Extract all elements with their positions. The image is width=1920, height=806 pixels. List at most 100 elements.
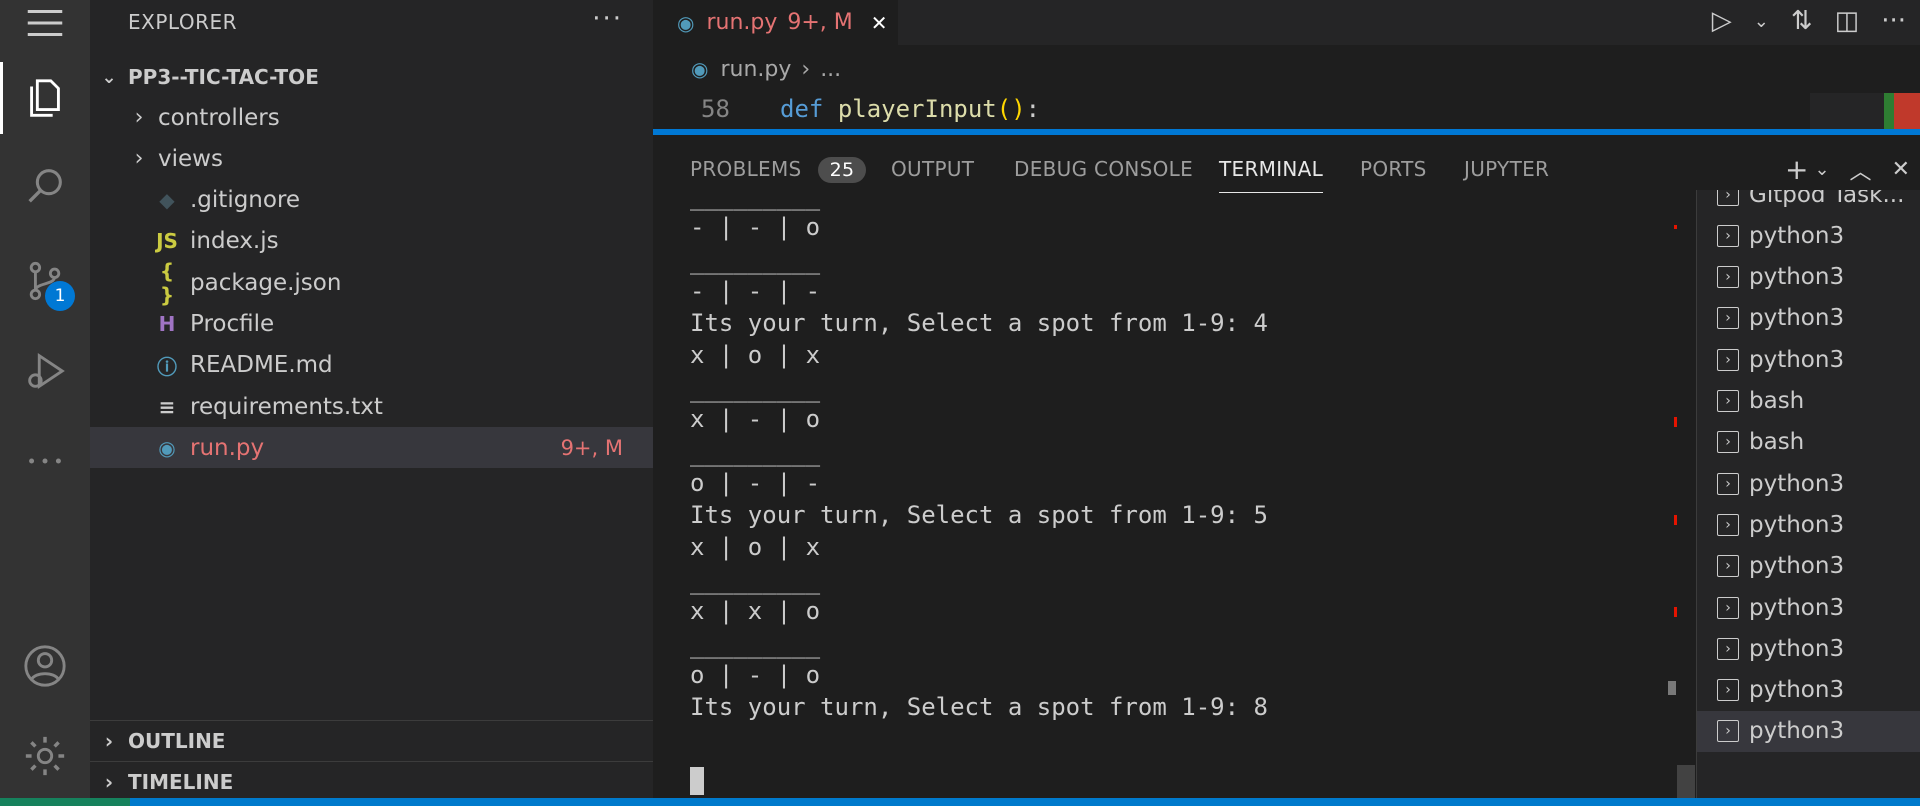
file-type-icon: H xyxy=(158,312,176,336)
terminal-list-label: Gitpod Task... xyxy=(1749,190,1905,208)
explorer-icon[interactable] xyxy=(0,62,90,134)
workspace-folder[interactable]: ⌄ PP3--TIC-TAC-TOE xyxy=(90,60,653,94)
terminal-icon: › xyxy=(1717,224,1739,247)
breadcrumb-symbol[interactable]: ... xyxy=(820,57,841,82)
tab-output[interactable]: OUTPUT xyxy=(891,157,974,181)
chevron-down-icon[interactable]: ⌄ xyxy=(1814,159,1829,180)
tab-ports[interactable]: PORTS xyxy=(1360,157,1427,181)
tree-item[interactable]: › controllers xyxy=(90,97,653,138)
file-type-icon: { } xyxy=(159,258,175,307)
activity-bar: 1 xyxy=(0,0,90,806)
chevron-down-icon[interactable]: ⌄ xyxy=(1754,11,1769,32)
tree-item[interactable]: ◆ .gitignore xyxy=(90,180,653,221)
chevron-right-icon: › xyxy=(104,729,114,753)
chevron-down-icon: ⌄ xyxy=(101,66,117,88)
terminal-list-label: python3 xyxy=(1749,470,1845,497)
close-icon[interactable]: ✕ xyxy=(871,11,888,35)
new-terminal-icon[interactable]: + xyxy=(1785,153,1808,186)
tree-item[interactable]: { } package.json xyxy=(90,259,653,307)
tree-item[interactable]: JS index.js xyxy=(90,221,653,262)
code-line[interactable]: 58 def playerInput(): xyxy=(653,93,1920,129)
tree-item-label: controllers xyxy=(158,104,280,131)
tree-item[interactable]: ≡ requirements.txt xyxy=(90,386,653,427)
terminal-list-item[interactable]: › bash xyxy=(1697,381,1920,422)
close-panel-icon[interactable]: ✕ xyxy=(1892,157,1910,182)
terminal-line: o | - | o xyxy=(690,661,821,689)
tab-problems[interactable]: PROBLEMS 25 xyxy=(690,157,867,183)
run-icon[interactable]: ▷ xyxy=(1712,6,1732,36)
terminal-list-item[interactable]: › bash xyxy=(1697,422,1920,463)
tree-item-label: package.json xyxy=(190,269,342,296)
terminal-line: _________ xyxy=(690,183,821,211)
line-number: 58 xyxy=(701,95,730,123)
explorer-sidebar: EXPLORER ··· ⌄ PP3--TIC-TAC-TOE › control… xyxy=(90,0,653,806)
account-icon[interactable] xyxy=(0,630,90,702)
compare-icon[interactable]: ⇅ xyxy=(1791,6,1813,36)
chevron-right-icon: › xyxy=(104,770,114,794)
terminal-list-item[interactable]: › python3 xyxy=(1697,504,1920,545)
more-icon[interactable] xyxy=(0,425,90,497)
terminal-icon: › xyxy=(1717,679,1739,702)
breadcrumb-file[interactable]: run.py xyxy=(720,57,791,82)
outline-label: OUTLINE xyxy=(128,729,226,753)
terminal-scroll-thumb[interactable] xyxy=(1677,765,1695,798)
tree-item-label: .gitignore xyxy=(190,187,301,214)
split-editor-icon[interactable]: ◫ xyxy=(1835,6,1860,36)
terminal-list-item[interactable]: › python3 xyxy=(1697,587,1920,628)
terminal-list-item[interactable]: › python3 xyxy=(1697,546,1920,587)
tab-jupyter[interactable]: JUPYTER xyxy=(1464,157,1549,181)
timeline-section[interactable]: › TIMELINE xyxy=(90,761,653,802)
tab-label: run.py xyxy=(706,10,778,35)
tree-item[interactable]: ◉ run.py 9+, M xyxy=(90,427,653,469)
terminal-icon: › xyxy=(1717,348,1739,371)
terminal-list-item[interactable]: › python3 xyxy=(1697,339,1920,380)
terminal-line: _________ xyxy=(690,247,821,275)
terminal-icon: › xyxy=(1717,390,1739,412)
explorer-title: EXPLORER xyxy=(128,10,237,34)
maximize-panel-icon[interactable]: ︿ xyxy=(1850,154,1872,186)
problems-count: 25 xyxy=(817,157,867,183)
source-control-icon[interactable]: 1 xyxy=(0,245,90,317)
status-bar xyxy=(0,798,1920,806)
terminal-list-item[interactable]: › python3 xyxy=(1697,710,1920,752)
terminal-line: x | - | o xyxy=(690,405,821,433)
tab-run-py[interactable]: ◉ run.py 9+, M ✕ xyxy=(653,0,898,45)
tree-item-label: Procfile xyxy=(190,311,275,337)
explorer-more-button[interactable]: ··· xyxy=(592,4,623,34)
terminal-line: Its your turn, Select a spot from 1-9: 5 xyxy=(690,501,1268,529)
minimap[interactable] xyxy=(1810,93,1920,129)
terminal-list-item[interactable]: › python3 xyxy=(1697,463,1920,504)
gear-icon[interactable] xyxy=(0,720,90,792)
terminal-list-item[interactable]: › Gitpod Task... xyxy=(1697,190,1920,215)
file-type-icon: ⓘ xyxy=(157,354,177,379)
tree-item[interactable]: H Procfile xyxy=(90,304,653,345)
run-debug-icon[interactable] xyxy=(0,335,90,407)
code-paren: () xyxy=(996,95,1026,123)
terminal-list-item[interactable]: › python3 xyxy=(1697,257,1920,298)
tree-item-label: run.py xyxy=(190,434,265,461)
terminal-list-item[interactable]: › python3 xyxy=(1697,670,1920,711)
terminal-list-label: python3 xyxy=(1749,594,1845,621)
terminal-list-item[interactable]: › python3 xyxy=(1697,298,1920,339)
terminal-line: _________ xyxy=(690,631,821,659)
terminal-icon: › xyxy=(1717,266,1739,289)
remote-indicator[interactable] xyxy=(0,798,130,806)
terminal-list-label: python3 xyxy=(1749,718,1845,745)
file-type-icon: ◆ xyxy=(159,188,175,213)
terminal-list-item[interactable]: › python3 xyxy=(1697,628,1920,669)
terminal-list-label: bash xyxy=(1749,429,1805,456)
menu-icon[interactable] xyxy=(0,0,90,45)
terminal-list-label: python3 xyxy=(1749,222,1845,249)
terminal-icon: › xyxy=(1717,307,1739,330)
tab-debug-console[interactable]: DEBUG CONSOLE xyxy=(1014,157,1193,181)
tab-terminal[interactable]: TERMINAL xyxy=(1219,157,1324,193)
terminal-scrollbar[interactable] xyxy=(1668,225,1677,795)
terminal-list-item[interactable]: › python3 xyxy=(1697,215,1920,256)
terminal-icon: › xyxy=(1717,555,1739,578)
tree-item[interactable]: ⓘ README.md xyxy=(90,345,653,386)
chevron-right-icon: › xyxy=(134,146,144,172)
more-actions-icon[interactable]: ··· xyxy=(1881,6,1906,36)
outline-section[interactable]: › OUTLINE xyxy=(90,720,653,761)
tree-item[interactable]: › views xyxy=(90,138,653,179)
search-icon[interactable] xyxy=(0,150,90,222)
